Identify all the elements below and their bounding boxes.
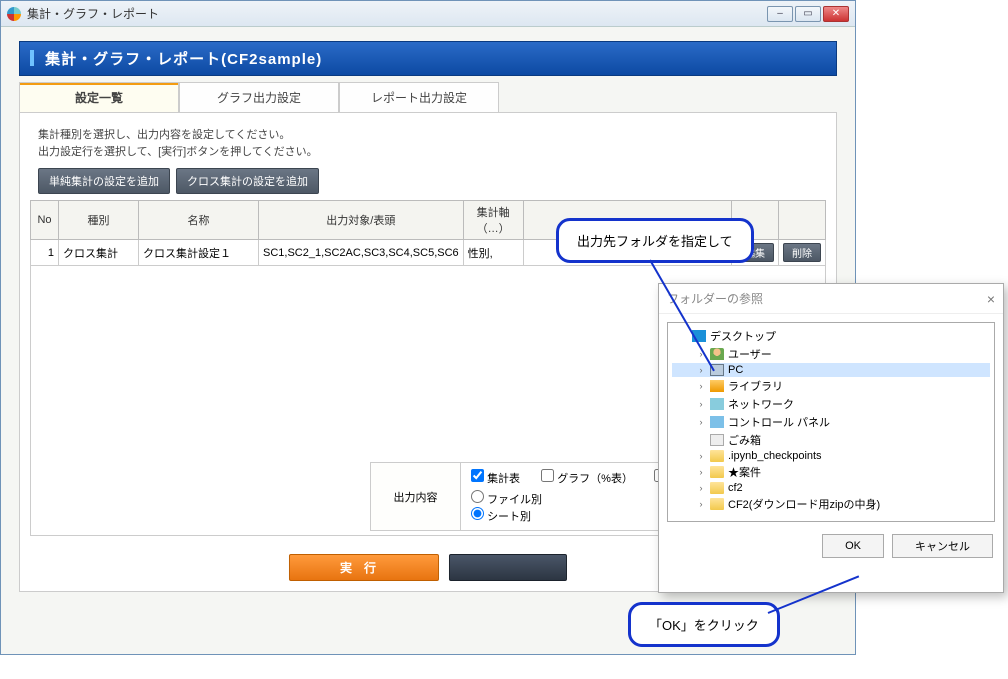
add-simple-button[interactable]: 単純集計の設定を追加 bbox=[38, 168, 170, 194]
caret-icon: › bbox=[696, 499, 706, 509]
folder-dialog-title: フォルダーの参照 bbox=[667, 290, 763, 307]
tab-report-output[interactable]: レポート出力設定 bbox=[339, 82, 499, 112]
col-target: 出力対象/表頭 bbox=[259, 201, 464, 240]
window-title: 集計・グラフ・レポート bbox=[27, 5, 159, 22]
caret-icon: › bbox=[696, 381, 706, 391]
tree-item-folder[interactable]: › .ipynb_checkpoints bbox=[672, 449, 990, 463]
caret-icon: › bbox=[696, 451, 706, 461]
tree-item-folder[interactable]: › ★案件 bbox=[672, 463, 990, 481]
instruction-line-2: 出力設定行を選択して、[実行]ボタンを押してください。 bbox=[38, 144, 826, 161]
chk-graph-pct-label[interactable]: グラフ（%表） bbox=[541, 473, 633, 485]
chk-table-label[interactable]: 集計表 bbox=[471, 473, 520, 485]
tree-item-pc[interactable]: › PC bbox=[672, 363, 990, 377]
folder-cancel-button[interactable]: キャンセル bbox=[892, 534, 993, 558]
close-button[interactable]: ✕ bbox=[823, 6, 849, 22]
col-no: No bbox=[31, 201, 59, 240]
tree-label: コントロール パネル bbox=[728, 414, 830, 430]
user-icon bbox=[710, 348, 724, 360]
folder-icon bbox=[710, 482, 724, 494]
app-icon bbox=[7, 7, 21, 21]
callout-specify-folder: 出力先フォルダを指定して bbox=[556, 218, 754, 263]
minimize-button[interactable]: – bbox=[767, 6, 793, 22]
add-cross-button[interactable]: クロス集計の設定を追加 bbox=[176, 168, 319, 194]
folder-dialog-titlebar: フォルダーの参照 × bbox=[659, 284, 1003, 314]
tree-item-user[interactable]: › ユーザー bbox=[672, 345, 990, 363]
folder-dialog-buttons: OK キャンセル bbox=[659, 530, 1003, 558]
caret-icon: › bbox=[696, 417, 706, 427]
tree-item-network[interactable]: › ネットワーク bbox=[672, 395, 990, 413]
tree-label: PC bbox=[728, 364, 743, 376]
col-delete bbox=[779, 201, 826, 240]
tree-item-trash[interactable]: ごみ箱 bbox=[672, 431, 990, 449]
maximize-button[interactable]: ▭ bbox=[795, 6, 821, 22]
caret-icon: › bbox=[696, 467, 706, 477]
add-buttons: 単純集計の設定を追加 クロス集計の設定を追加 bbox=[38, 168, 826, 194]
folder-dialog-close-icon[interactable]: × bbox=[987, 291, 995, 307]
tree-label: CF2(ダウンロード用zipの中身) bbox=[728, 496, 880, 512]
cell-no: 1 bbox=[31, 240, 59, 266]
callout-click-ok: 「OK」をクリック bbox=[628, 602, 780, 647]
delete-button[interactable]: 削除 bbox=[783, 243, 821, 262]
radio-file-label[interactable]: ファイル別 bbox=[471, 494, 542, 506]
col-axis: 集計軸（…） bbox=[463, 201, 523, 240]
radio-sheet[interactable] bbox=[471, 507, 484, 520]
output-label: 出力内容 bbox=[371, 463, 461, 530]
tree-label: ライブラリ bbox=[728, 378, 783, 394]
header-accent bbox=[30, 50, 34, 66]
tab-settings-list[interactable]: 設定一覧 bbox=[19, 82, 179, 112]
tab-graph-output[interactable]: グラフ出力設定 bbox=[179, 82, 339, 112]
tree-item-folder[interactable]: › CF2(ダウンロード用zipの中身) bbox=[672, 495, 990, 513]
col-kind: 種別 bbox=[59, 201, 139, 240]
folder-ok-button[interactable]: OK bbox=[822, 534, 884, 558]
tree-label: ネットワーク bbox=[728, 396, 794, 412]
tree-item-folder[interactable]: › cf2 bbox=[672, 481, 990, 495]
cell-name: クロス集計設定１ bbox=[139, 240, 259, 266]
callout-text: 出力先フォルダを指定して bbox=[577, 234, 733, 249]
radio-file[interactable] bbox=[471, 490, 484, 503]
footer-buttons: 実行 bbox=[289, 554, 567, 581]
caret-icon: › bbox=[696, 365, 706, 375]
page-title: 集計・グラフ・レポート(CF2sample) bbox=[45, 51, 322, 68]
page-header: 集計・グラフ・レポート(CF2sample) bbox=[19, 41, 837, 76]
network-icon bbox=[710, 398, 724, 410]
tab-bar: 設定一覧 グラフ出力設定 レポート出力設定 bbox=[19, 82, 837, 112]
instructions: 集計種別を選択し、出力内容を設定してください。 出力設定行を選択して、[実行]ボ… bbox=[38, 127, 826, 160]
folder-icon bbox=[710, 466, 724, 478]
chk-graph-pct[interactable] bbox=[541, 469, 554, 482]
library-icon bbox=[710, 380, 724, 392]
col-name: 名称 bbox=[139, 201, 259, 240]
folder-icon bbox=[710, 450, 724, 462]
callout-text: 「OK」をクリック bbox=[649, 618, 759, 633]
window-controls: – ▭ ✕ bbox=[767, 6, 849, 22]
tree-label: .ipynb_checkpoints bbox=[728, 450, 822, 462]
run-button[interactable]: 実行 bbox=[289, 554, 439, 581]
cell-kind: クロス集計 bbox=[59, 240, 139, 266]
caret-icon: › bbox=[696, 483, 706, 493]
titlebar: 集計・グラフ・レポート – ▭ ✕ bbox=[1, 1, 855, 27]
tree-item-controlpanel[interactable]: › コントロール パネル bbox=[672, 413, 990, 431]
folder-browse-dialog: フォルダーの参照 × デスクトップ › ユーザー › PC › ライブラリ › … bbox=[658, 283, 1004, 593]
folder-icon bbox=[710, 498, 724, 510]
tree-label: ★案件 bbox=[728, 464, 761, 480]
tree-item-library[interactable]: › ライブラリ bbox=[672, 377, 990, 395]
control-panel-icon bbox=[710, 416, 724, 428]
tree-label: cf2 bbox=[728, 482, 743, 494]
folder-tree[interactable]: デスクトップ › ユーザー › PC › ライブラリ › ネットワーク › コン… bbox=[667, 322, 995, 522]
radio-sheet-label[interactable]: シート別 bbox=[471, 511, 531, 523]
tree-item-desktop[interactable]: デスクトップ bbox=[672, 327, 990, 345]
instruction-line-1: 集計種別を選択し、出力内容を設定してください。 bbox=[38, 127, 826, 144]
tree-label: ごみ箱 bbox=[728, 432, 761, 448]
tree-label: ユーザー bbox=[728, 346, 772, 362]
tree-label: デスクトップ bbox=[710, 328, 776, 344]
cell-target: SC1,SC2_1,SC2AC,SC3,SC4,SC5,SC6 bbox=[259, 240, 464, 266]
caret-icon: › bbox=[696, 399, 706, 409]
trash-icon bbox=[710, 434, 724, 446]
other-footer-button[interactable] bbox=[449, 554, 567, 581]
chk-table[interactable] bbox=[471, 469, 484, 482]
cell-axis: 性別, bbox=[463, 240, 523, 266]
